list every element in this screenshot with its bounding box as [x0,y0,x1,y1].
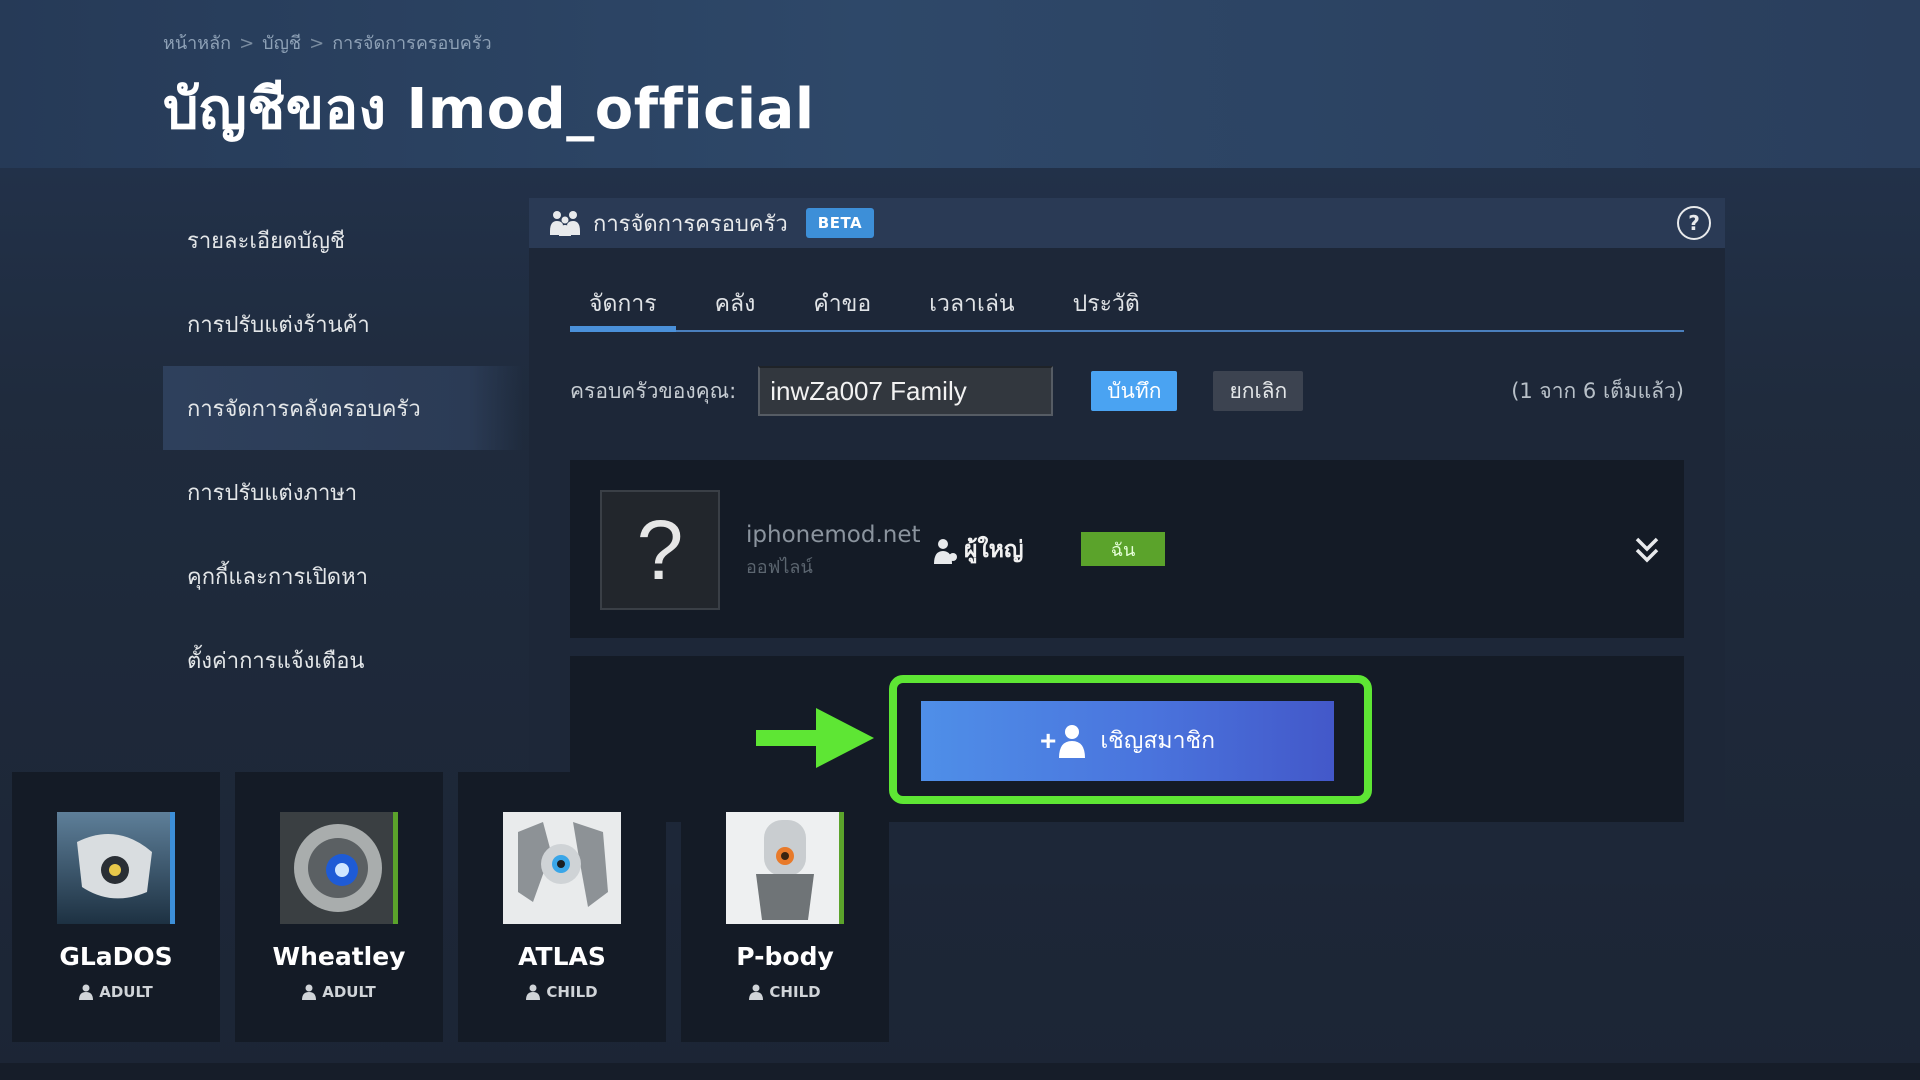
avatar [57,812,175,924]
tab-library[interactable]: คลัง [696,278,775,330]
member-name: ATLAS [518,942,606,971]
family-member-tile[interactable]: Wheatley ADULT [235,772,443,1042]
member-role-label: CHILD [546,983,598,1001]
person-icon [934,539,957,564]
panel-header: การจัดการครอบครัว BETA ? [529,198,1725,248]
cancel-button[interactable]: ยกเลิก [1213,371,1304,411]
member-name: iphonemod.net [746,522,921,548]
sidebar-item-label: การปรับแต่งร้านค้า [187,312,370,338]
family-member-count: (1 จาก 6 เต็มแล้ว) [1511,378,1684,403]
panel-title: การจัดการครอบครัว [593,211,788,237]
family-member-tile[interactable]: ATLAS CHILD [458,772,666,1042]
invite-member-button[interactable]: + เชิญสมาชิก [921,701,1334,781]
avatar: ? [600,490,720,610]
avatar [503,812,621,924]
person-icon [526,984,541,1000]
beta-badge: BETA [805,208,875,238]
family-name-input[interactable] [758,366,1054,416]
avatar [280,812,398,924]
tab-manage[interactable]: จัดการ [570,278,676,332]
breadcrumb: หน้าหลัก > บัญชี > การจัดการครอบครัว [163,28,492,57]
member-name: GLaDOS [59,942,173,971]
tab-requests[interactable]: คำขอ [794,278,890,330]
sidebar-item-notifications[interactable]: ตั้งค่าการแจ้งเตือน [163,618,523,702]
arrow-right-icon [756,708,874,768]
breadcrumb-separator: > [309,33,325,54]
breadcrumb-separator: > [239,33,255,54]
tab-playtime[interactable]: เวลาเล่น [910,278,1033,330]
sidebar-item-label: การจัดการคลังครอบครัว [187,396,421,422]
sidebar-item-language[interactable]: การปรับแต่งภาษา [163,450,523,534]
sidebar-item-label: ตั้งค่าการแจ้งเตือน [187,648,365,674]
save-button[interactable]: บันทึก [1091,371,1178,411]
member-role: ผู้ใหญ่ [964,537,1024,563]
family-member-tile[interactable]: GLaDOS ADULT [12,772,220,1042]
breadcrumb-account[interactable]: บัญชี [262,33,301,54]
help-icon[interactable]: ? [1677,206,1711,240]
plus-icon: + [1039,725,1057,756]
sidebar-item-cookies[interactable]: คุกกี้และการเปิดหา [163,534,523,618]
person-icon [302,984,317,1000]
sidebar-item-account-details[interactable]: รายละเอียดบัญชี [163,198,523,282]
tab-bar: จัดการ คลัง คำขอ เวลาเล่น ประวัติ [570,278,1684,332]
family-icon [550,211,580,236]
me-badge: ฉัน [1081,532,1165,566]
person-icon [79,984,94,1000]
chevron-double-down-icon[interactable] [1634,536,1660,564]
invite-member-label: เชิญสมาชิก [1100,727,1216,753]
member-card: ? iphonemod.net ออฟไลน์ ผู้ใหญ่ ฉัน [570,460,1684,638]
sidebar-item-label: คุกกี้และการเปิดหา [187,564,368,590]
sidebar-item-family-library[interactable]: การจัดการคลังครอบครัว [163,366,523,450]
add-person-icon [1059,725,1086,758]
breadcrumb-current[interactable]: การจัดการครอบครัว [332,33,491,54]
family-member-tile[interactable]: P-body CHILD [681,772,889,1042]
sidebar-item-store-preferences[interactable]: การปรับแต่งร้านค้า [163,282,523,366]
avatar [726,812,844,924]
sidebar-item-label: การปรับแต่งภาษา [187,480,358,506]
member-name: Wheatley [272,942,406,971]
member-role: CHILD [749,983,821,1001]
member-status: ออฟไลน์ [746,557,813,578]
sidebar-item-label: รายละเอียดบัญชี [187,228,345,254]
member-name: P-body [736,942,834,971]
member-role: ADULT [302,983,376,1001]
bottom-strip [0,1063,1920,1080]
member-role-label: ADULT [99,983,153,1001]
sidebar: รายละเอียดบัญชี การปรับแต่งร้านค้า การจั… [163,198,523,702]
tab-history[interactable]: ประวัติ [1054,278,1159,330]
page-title: บัญชีของ Imod_official [163,77,815,142]
family-name-row: ครอบครัวของคุณ: บันทึก ยกเลิก (1 จาก 6 เ… [570,366,1684,416]
family-name-label: ครอบครัวของคุณ: [570,378,737,403]
person-icon [749,984,764,1000]
member-role-label: ADULT [322,983,376,1001]
member-role: ADULT [79,983,153,1001]
breadcrumb-home[interactable]: หน้าหลัก [163,33,231,54]
member-role-label: CHILD [769,983,821,1001]
member-role: CHILD [526,983,598,1001]
